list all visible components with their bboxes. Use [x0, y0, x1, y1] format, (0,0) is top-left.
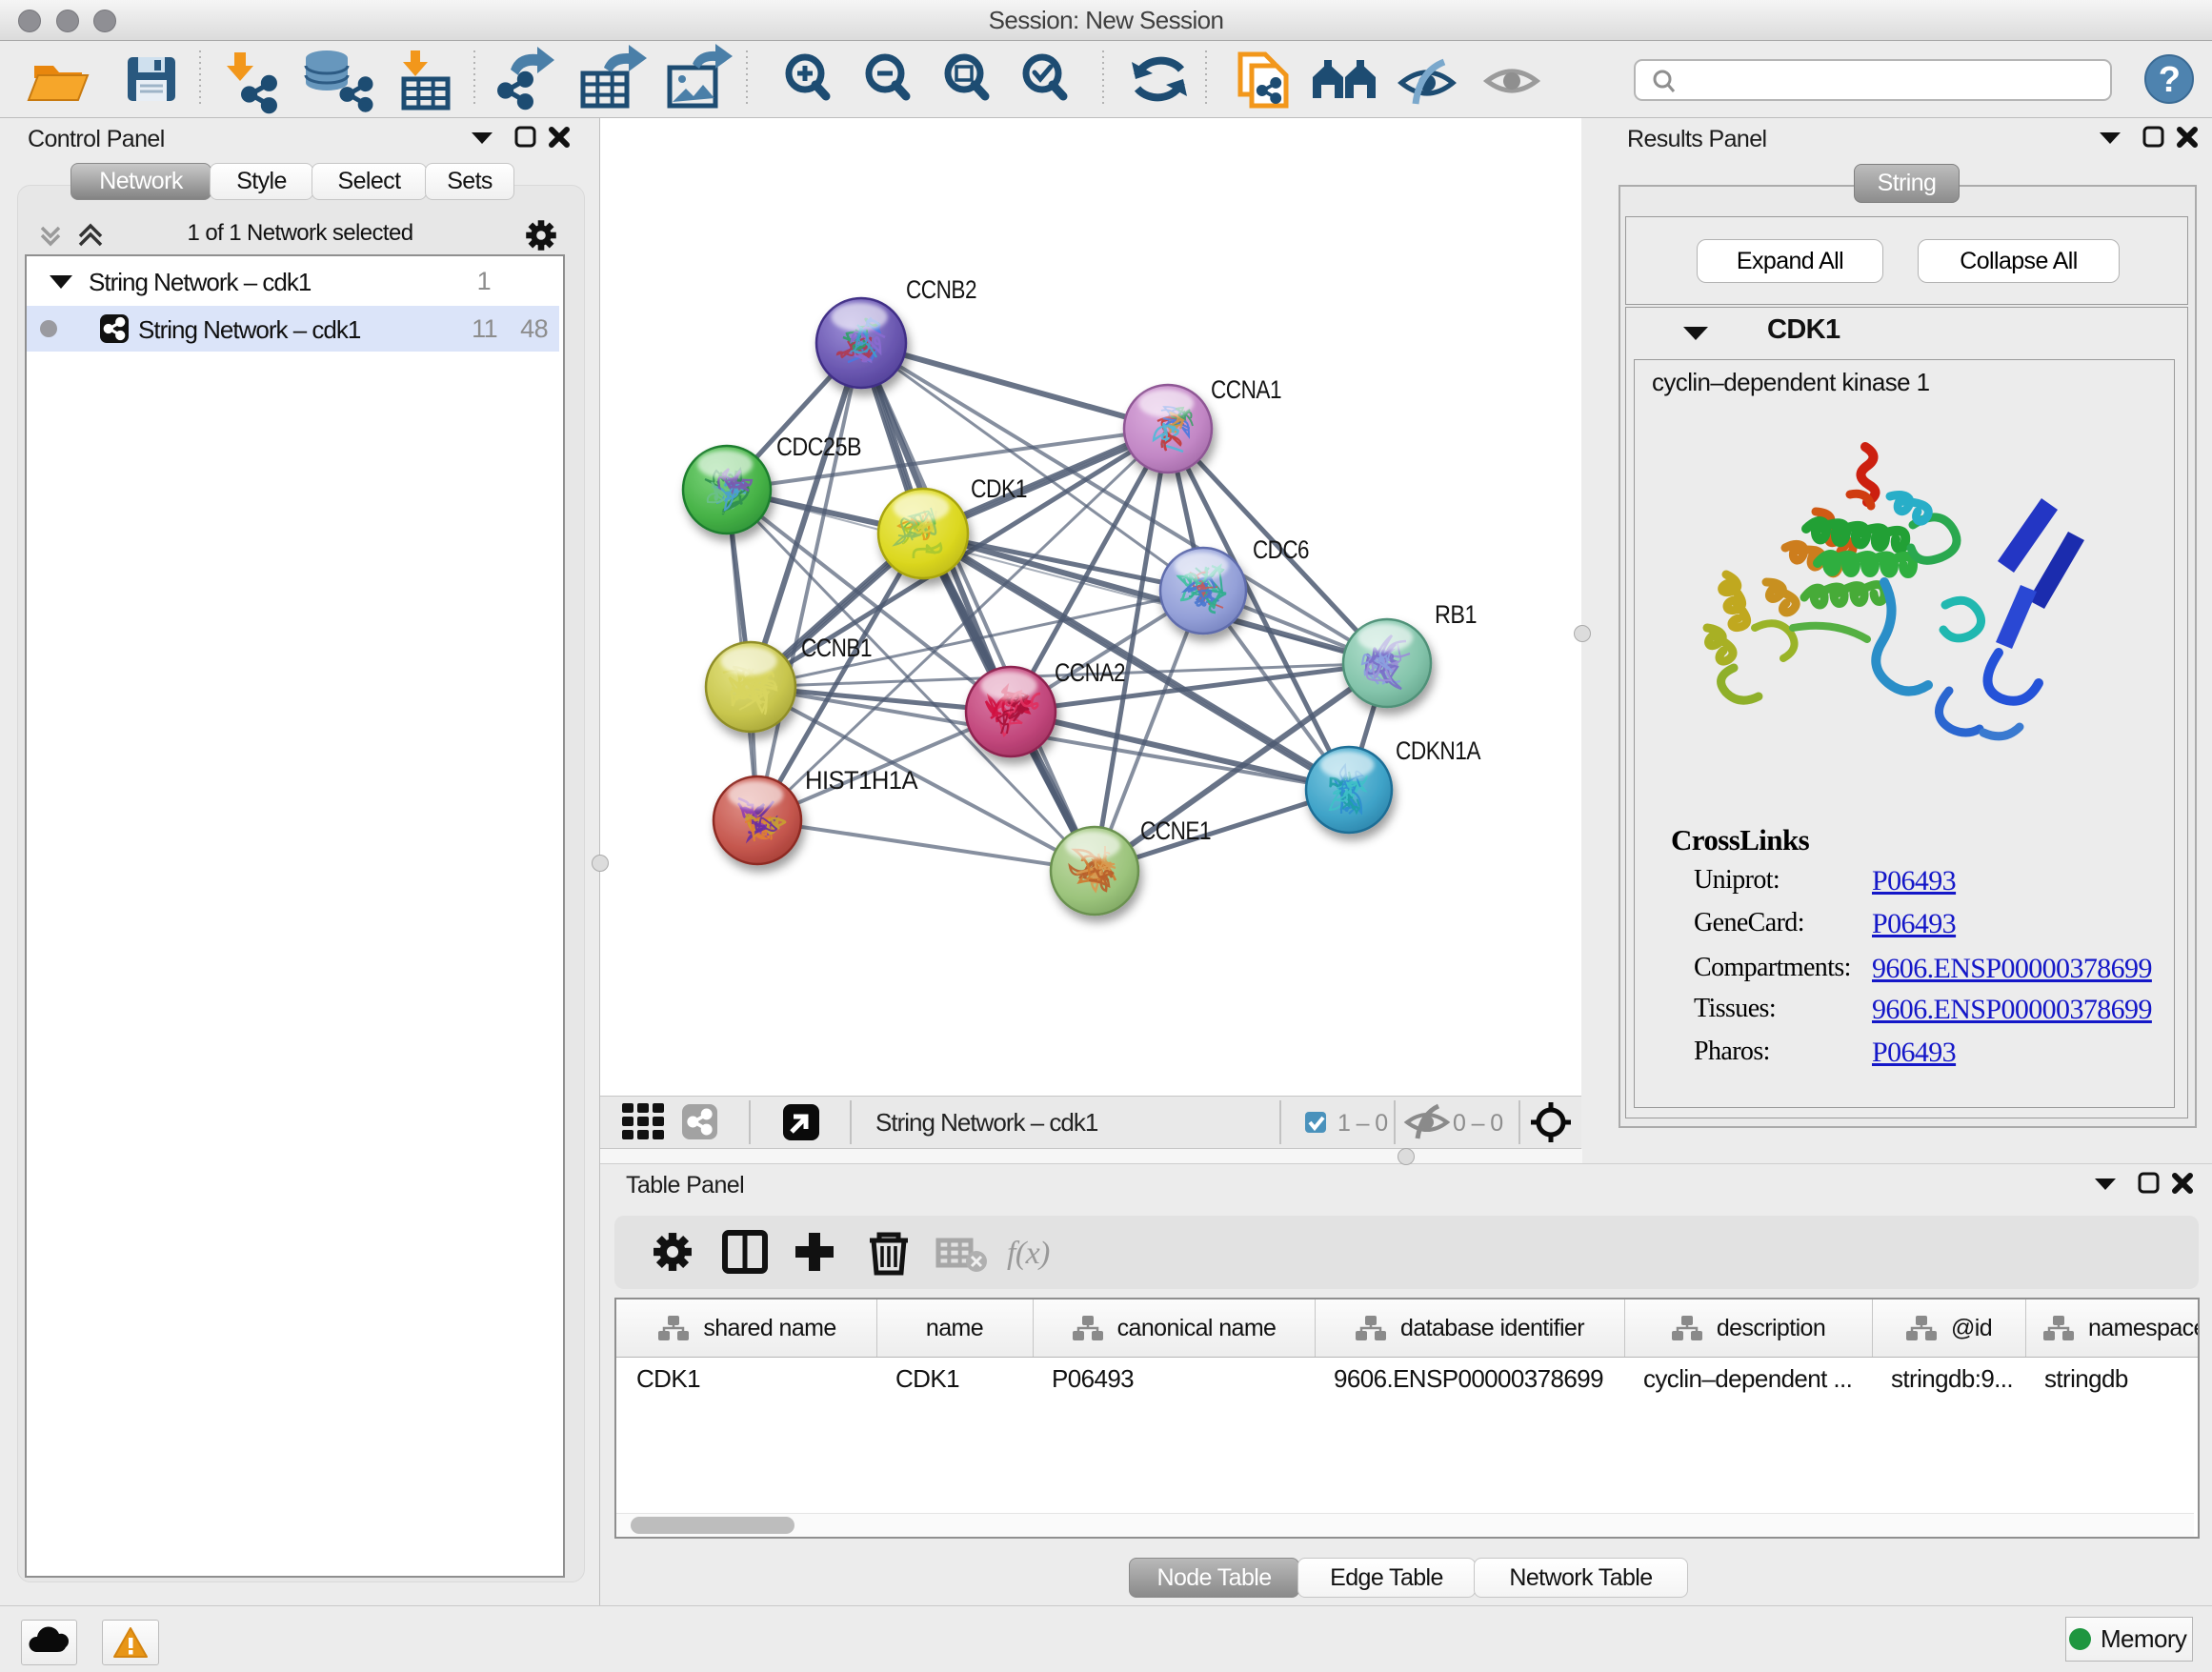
svg-text:CDKN1A: CDKN1A — [1396, 736, 1480, 765]
svg-text:CDK1: CDK1 — [971, 474, 1027, 503]
svg-text:CCNA1: CCNA1 — [1211, 375, 1281, 404]
svg-text:CCNB1: CCNB1 — [801, 634, 872, 662]
svg-text:RB1: RB1 — [1435, 600, 1477, 629]
svg-text:HIST1H1A: HIST1H1A — [805, 766, 918, 795]
svg-text:CDC6: CDC6 — [1253, 535, 1309, 564]
svg-text:1 – 0: 1 – 0 — [1337, 1110, 1388, 1137]
svg-text:f(x): f(x) — [1007, 1236, 1050, 1271]
svg-text:CDC25B: CDC25B — [776, 433, 861, 461]
svg-text:CCNA2: CCNA2 — [1055, 658, 1125, 687]
svg-text:CCNE1: CCNE1 — [1140, 816, 1211, 845]
svg-text:CCNB2: CCNB2 — [906, 275, 976, 304]
svg-text:0 – 0: 0 – 0 — [1453, 1110, 1503, 1137]
svg-text:String Network – cdk1: String Network – cdk1 — [875, 1108, 1098, 1137]
svg-text:?: ? — [2159, 60, 2181, 100]
